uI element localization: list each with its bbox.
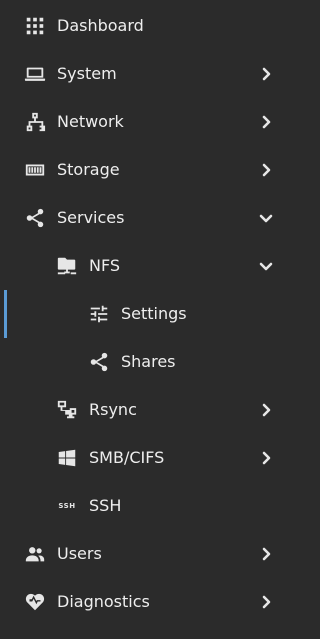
nav-item-label: System	[57, 64, 117, 83]
nav-item-storage[interactable]: Storage	[0, 146, 302, 194]
chevron-right-icon[interactable]	[256, 544, 276, 564]
nav-item-label: Users	[57, 544, 102, 563]
nav-item-nfs[interactable]: NFS	[0, 242, 302, 290]
share-icon	[23, 206, 47, 230]
windows-icon	[55, 446, 79, 470]
dashboard-grid-icon	[23, 14, 47, 38]
nav-item-system[interactable]: System	[0, 50, 302, 98]
nav-item-label: Diagnostics	[57, 592, 150, 611]
chevron-right-icon[interactable]	[256, 400, 276, 420]
chevron-right-icon[interactable]	[256, 160, 276, 180]
nav-item-label: Shares	[121, 352, 176, 371]
chevron-down-icon[interactable]	[256, 256, 276, 276]
chevron-right-icon[interactable]	[256, 448, 276, 468]
tune-icon	[87, 302, 111, 326]
folder-network-icon	[55, 254, 79, 278]
nav-item-nfs-shares[interactable]: Shares	[0, 338, 302, 386]
nav-item-network[interactable]: Network	[0, 98, 302, 146]
nav-item-nfs-settings[interactable]: Settings	[0, 290, 302, 338]
chevron-down-icon[interactable]	[256, 208, 276, 228]
nav-item-label: Dashboard	[57, 16, 144, 35]
lan-icon	[55, 398, 79, 422]
nav-item-diagnostics[interactable]: Diagnostics	[0, 578, 302, 626]
ssh-icon-text: SSH	[58, 502, 76, 510]
ssh-icon: SSH	[55, 494, 79, 518]
chevron-right-icon[interactable]	[256, 64, 276, 84]
nav-item-users[interactable]: Users	[0, 530, 302, 578]
nav-item-smb-cifs[interactable]: SMB/CIFS	[0, 434, 302, 482]
nav-item-ssh[interactable]: SSH SSH	[0, 482, 302, 530]
network-icon	[23, 110, 47, 134]
navigation-sidebar: Dashboard System Network Storage Service…	[0, 0, 302, 639]
nav-item-label: NFS	[89, 256, 121, 275]
nav-item-services[interactable]: Services	[0, 194, 302, 242]
nav-item-label: Settings	[121, 304, 187, 323]
users-icon	[23, 542, 47, 566]
nav-item-dashboard[interactable]: Dashboard	[0, 2, 302, 50]
chevron-right-icon[interactable]	[256, 112, 276, 132]
heart-pulse-icon	[23, 590, 47, 614]
nav-item-label: Services	[57, 208, 125, 227]
nav-item-label: Network	[57, 112, 124, 131]
nav-item-label: SMB/CIFS	[89, 448, 165, 467]
nav-item-label: Storage	[57, 160, 120, 179]
nav-item-label: Rsync	[89, 400, 137, 419]
nav-item-label: SSH	[89, 496, 122, 515]
laptop-icon	[23, 62, 47, 86]
share-icon	[87, 350, 111, 374]
storage-icon	[23, 158, 47, 182]
chevron-right-icon[interactable]	[256, 592, 276, 612]
nav-item-rsync[interactable]: Rsync	[0, 386, 302, 434]
